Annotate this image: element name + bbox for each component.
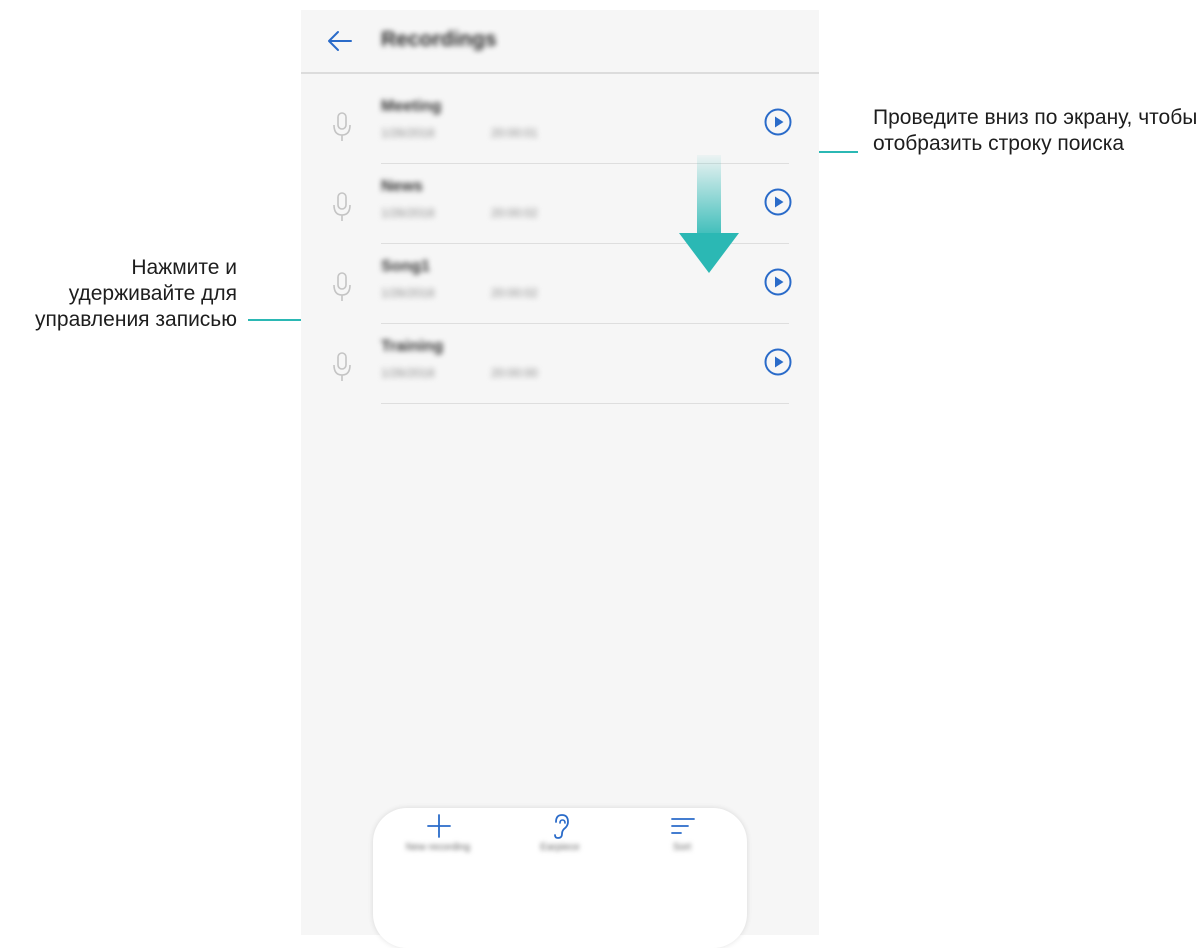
recording-time: 20:00:00 (491, 366, 538, 380)
play-icon[interactable] (763, 107, 793, 137)
microphone-icon (333, 192, 351, 221)
recording-name: Song1 (381, 258, 430, 275)
recording-name: News (381, 178, 423, 195)
recording-row[interactable]: News 1/26/2018 20:00:02 (301, 164, 819, 244)
phone-screen: Recordings Meeting 1/26/2018 20:00:01 Ne… (301, 10, 819, 948)
play-icon[interactable] (763, 347, 793, 377)
recording-date: 1/26/2018 (381, 286, 435, 300)
play-icon[interactable] (763, 267, 793, 297)
recording-row[interactable]: Meeting 1/26/2018 20:00:01 (301, 84, 819, 164)
swipe-down-arrow-icon (679, 155, 739, 273)
ear-icon (554, 814, 569, 839)
sort-label: Sort (672, 842, 692, 853)
recording-time: 20:00:02 (491, 206, 538, 220)
recording-date: 1/26/2018 (381, 206, 435, 220)
new-recording-button[interactable]: New recording (383, 808, 493, 878)
play-icon[interactable] (763, 187, 793, 217)
recording-date: 1/26/2018 (381, 366, 435, 380)
sort-button[interactable]: Sort (627, 808, 737, 878)
earpiece-button[interactable]: Earpiece (505, 808, 615, 878)
sort-icon (671, 818, 695, 834)
callout-long-press: Нажмите и удерживайте для управления зап… (35, 256, 237, 331)
recording-row[interactable]: Training 1/26/2018 20:00:00 (301, 324, 819, 404)
recording-row[interactable]: Song1 1/26/2018 20:00:02 (301, 244, 819, 324)
plus-icon (427, 814, 451, 838)
new-recording-label: New recording (405, 842, 471, 853)
recording-time: 20:00:02 (491, 286, 538, 300)
earpiece-label: Earpiece (540, 842, 580, 853)
recording-name: Training (381, 338, 444, 355)
microphone-icon (333, 272, 351, 301)
recording-time: 20:00:01 (491, 126, 538, 140)
back-arrow-icon[interactable] (323, 24, 357, 58)
microphone-icon (333, 112, 351, 141)
microphone-icon (333, 352, 351, 381)
recording-date: 1/26/2018 (381, 126, 435, 140)
recording-name: Meeting (381, 98, 442, 115)
row-divider (381, 403, 789, 404)
callout-swipe-down: Проведите вниз по экрану, чтобы отобрази… (873, 106, 1198, 155)
bottom-toolbar: New recording Earpiece Sort (373, 808, 747, 948)
app-bar: Recordings (301, 10, 819, 74)
page-title: Recordings (381, 28, 497, 51)
